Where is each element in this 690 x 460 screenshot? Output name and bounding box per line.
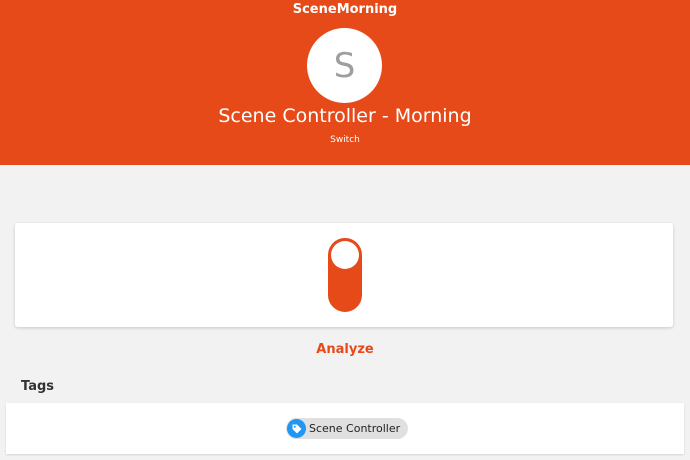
item-name: SceneMorning (292, 2, 398, 17)
tag-chip-label: Scene Controller (309, 422, 401, 435)
item-type: Switch (330, 135, 360, 145)
control-card (15, 223, 673, 327)
switch-knob[interactable] (331, 241, 359, 269)
tags-panel: Scene Controller (6, 403, 684, 454)
tags-heading: Tags (21, 379, 55, 394)
avatar-letter: S (333, 45, 356, 86)
avatar: S (307, 28, 382, 103)
tag-chip[interactable]: Scene Controller (286, 418, 409, 439)
page-title: Scene Controller - Morning (218, 105, 472, 127)
item-header: SceneMorning S Scene Controller - Mornin… (0, 0, 690, 165)
analyze-button[interactable]: Analyze (0, 342, 690, 357)
tag-icon (287, 419, 306, 438)
switch-toggle[interactable] (328, 238, 362, 312)
